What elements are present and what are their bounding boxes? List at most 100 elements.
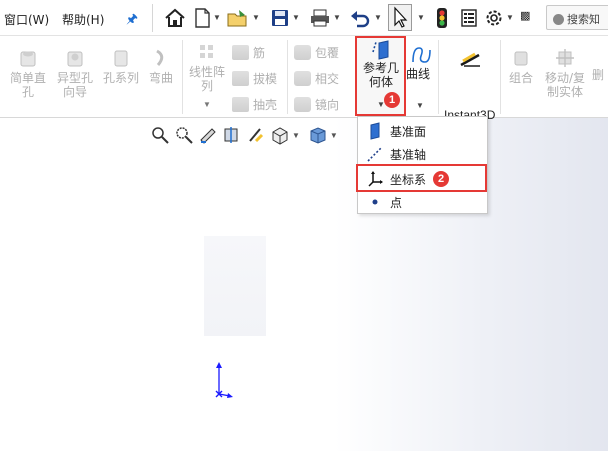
chevron-down-icon[interactable]: ▼	[333, 13, 341, 22]
rib-button[interactable]: 筋	[232, 44, 265, 61]
menu-item-axis[interactable]: 基准轴	[358, 143, 487, 165]
curves-button[interactable]	[406, 44, 436, 67]
chevron-down-icon[interactable]: ▼	[374, 13, 382, 22]
hole-wizard-icon	[67, 51, 83, 67]
menu-item-plane-label: 基准面	[390, 124, 427, 139]
graphics-area-shading	[204, 236, 266, 336]
wrap-label: 包覆	[315, 46, 340, 60]
search-input[interactable]: 搜索知	[546, 5, 608, 30]
simple-hole-icon	[20, 51, 36, 67]
zoom-to-fit-icon[interactable]	[150, 125, 170, 145]
step-badge-1: 1	[384, 92, 400, 108]
undo-button[interactable]	[348, 5, 372, 31]
menu-item-point[interactable]: 点	[358, 191, 487, 213]
home-button[interactable]	[163, 5, 187, 31]
shell-icon	[232, 97, 249, 112]
bend-button[interactable]: 弯曲	[145, 48, 177, 85]
coordinate-system-highlight	[356, 164, 487, 192]
intersect-button[interactable]: 相交	[294, 70, 339, 87]
intersect-label: 相交	[315, 72, 340, 86]
select-button[interactable]	[388, 4, 412, 31]
delete-body-button[interactable]: 删	[592, 68, 608, 82]
menu-help[interactable]: 帮助(H)	[62, 11, 104, 28]
open-button[interactable]	[226, 5, 250, 31]
reference-geometry-label: 参考几何体	[362, 61, 399, 89]
gear-icon	[486, 10, 502, 26]
shell-button[interactable]: 抽壳	[232, 96, 277, 113]
curves-icon	[412, 47, 431, 63]
instant3d-button[interactable]	[444, 50, 496, 73]
curves-label: 曲线	[406, 67, 431, 81]
mirror-icon	[294, 97, 311, 112]
options-button[interactable]	[482, 5, 506, 31]
chevron-down-icon[interactable]: ▼	[292, 13, 300, 22]
chevron-down-icon[interactable]: ▼	[292, 131, 300, 140]
save-button[interactable]	[268, 5, 292, 31]
save-icon	[272, 10, 288, 26]
plane-icon	[364, 122, 386, 140]
chevron-down-icon[interactable]: ▼	[330, 131, 338, 140]
delete-body-label: 删	[592, 68, 605, 82]
menu-window[interactable]: 窗口(W)	[4, 11, 49, 28]
view-orientation-icon[interactable]	[270, 125, 290, 145]
step-badge-2: 2	[433, 171, 449, 187]
chevron-down-icon[interactable]: ▼	[416, 101, 424, 110]
linear-pattern-icon	[200, 45, 213, 58]
zoom-to-area-icon[interactable]	[174, 125, 194, 145]
features-ribbon: 简单直孔 异型孔向导 孔系列 弯曲 线性阵列 ▼ 筋 拔模 抽壳 包覆 相交 镜…	[0, 36, 608, 122]
print-icon	[311, 9, 329, 27]
new-document-button[interactable]	[190, 5, 214, 31]
chevron-down-icon[interactable]: ▼	[203, 100, 211, 109]
chevron-down-icon[interactable]: ▼	[417, 13, 425, 22]
cursor-arrow-icon	[394, 6, 408, 28]
title-toolbar: 窗口(W) 帮助(H) 🖈 ▼ ▼ ▼ ▼ ▼ ▼ ▼ ▩ 搜索知	[0, 0, 608, 36]
section-view-icon[interactable]	[222, 125, 242, 145]
move-copy-body-icon	[556, 49, 574, 67]
print-button[interactable]	[308, 5, 332, 31]
chevron-down-icon[interactable]: ▼	[252, 13, 260, 22]
traffic-light-icon	[437, 8, 447, 28]
toolbar-divider	[152, 4, 153, 32]
hole-series-label: 孔系列	[102, 71, 139, 85]
undo-icon	[351, 11, 370, 28]
move-copy-body-label: 移动/复制实体	[544, 71, 586, 99]
move-copy-body-button[interactable]: 移动/复制实体	[542, 48, 588, 99]
dynamic-annotation-icon[interactable]	[246, 125, 266, 145]
display-style-icon[interactable]	[308, 125, 328, 145]
ribbon-divider	[287, 40, 288, 114]
pin-icon[interactable]: 🖈	[126, 10, 138, 32]
wrap-button[interactable]: 包覆	[294, 44, 339, 61]
previous-view-icon[interactable]	[198, 125, 218, 145]
hole-series-button[interactable]: 孔系列	[100, 48, 142, 85]
file-properties-button[interactable]	[457, 5, 481, 31]
draft-button[interactable]: 拔模	[232, 70, 277, 87]
hole-wizard-button[interactable]: 异型孔向导	[53, 48, 97, 99]
menu-item-plane[interactable]: 基准面	[358, 120, 487, 142]
hole-wizard-label: 异型孔向导	[56, 71, 93, 99]
home-icon	[165, 8, 185, 27]
bend-label: 弯曲	[148, 71, 173, 85]
linear-pattern-button[interactable]: 线性阵列	[187, 42, 227, 93]
menu-item-point-label: 点	[390, 195, 403, 210]
rebuild-button[interactable]	[430, 5, 454, 31]
hole-series-icon	[114, 50, 128, 67]
simple-hole-button[interactable]: 简单直孔	[6, 48, 50, 99]
chevron-down-icon[interactable]: ▼	[506, 13, 514, 22]
point-icon	[364, 197, 386, 207]
overflow-menu-icon[interactable]: ▩	[520, 9, 530, 22]
combine-button[interactable]: 组合	[504, 48, 538, 85]
mirror-button[interactable]: 镜向	[294, 96, 339, 113]
intersect-icon	[294, 71, 311, 86]
simple-hole-label: 简单直孔	[9, 71, 46, 99]
ribbon-divider	[438, 40, 439, 114]
view-heads-up-toolbar: ▼ ▼	[150, 125, 338, 145]
draft-icon	[232, 71, 249, 86]
bend-icon	[156, 49, 164, 66]
reference-geometry-icon	[372, 40, 389, 60]
open-folder-icon	[227, 10, 247, 27]
file-properties-icon	[461, 9, 477, 27]
combine-icon	[514, 51, 528, 66]
chevron-down-icon[interactable]: ▼	[213, 13, 221, 22]
rib-label: 筋	[253, 46, 266, 60]
linear-pattern-label: 线性阵列	[188, 65, 225, 93]
